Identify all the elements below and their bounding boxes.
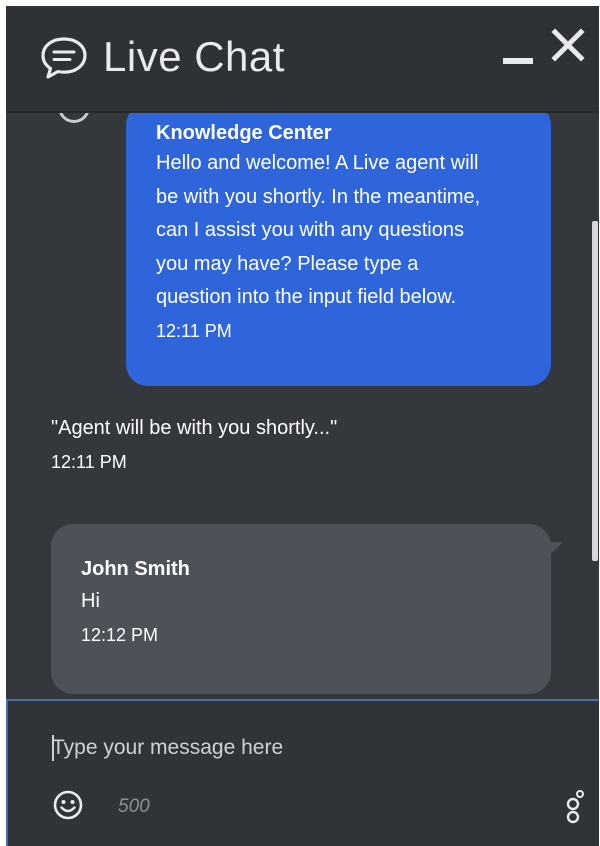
minimize-button[interactable]	[503, 50, 533, 72]
bot-avatar-icon	[51, 113, 97, 130]
bot-message-line: question into the input field below.	[156, 286, 457, 308]
minimize-icon	[503, 58, 533, 64]
bot-message-bubble: Knowledge Center Hello and welcome! A Li…	[126, 113, 551, 386]
bot-message-line: can I assist you with any questions	[156, 219, 464, 241]
close-icon[interactable]	[551, 28, 585, 62]
chat-header: Live Chat	[6, 6, 599, 113]
system-message-time: 12:11 PM	[51, 452, 127, 472]
message-scrollbar[interactable]	[592, 221, 598, 561]
user-message-bubble: John Smith Hi 12:12 PM	[51, 524, 563, 694]
message-input-wrap	[52, 733, 572, 763]
message-input[interactable]	[52, 733, 572, 763]
bot-sender-name: Knowledge Center	[156, 122, 332, 144]
user-sender-name: John Smith	[81, 558, 190, 580]
bot-message-time: 12:11 PM	[156, 320, 232, 341]
user-message-time: 12:12 PM	[81, 625, 159, 645]
bubble-tail	[549, 542, 563, 556]
bot-message-line: Hello and welcome! A Live agent will	[156, 152, 479, 174]
chat-bubble-icon	[41, 37, 87, 79]
character-limit: 500	[118, 796, 150, 817]
bot-message-line: be with you shortly. In the meantime,	[156, 185, 481, 208]
user-message-text: Hi	[81, 590, 100, 612]
chat-title: Live Chat	[103, 33, 285, 80]
live-chat-widget: Live Chat Knowledge Center Hello and wel…	[6, 6, 599, 846]
bot-message-line: you may have? Please type a	[156, 252, 419, 275]
message-composer: 500	[6, 699, 599, 846]
message-list[interactable]: Knowledge Center Hello and welcome! A Li…	[6, 113, 599, 699]
emoji-icon[interactable]	[52, 789, 84, 821]
text-caret	[52, 735, 54, 761]
system-message: "Agent will be with you shortly..." 12:1…	[51, 413, 337, 479]
brand-icon[interactable]	[563, 789, 585, 825]
system-message-text: "Agent will be with you shortly..."	[51, 417, 338, 439]
